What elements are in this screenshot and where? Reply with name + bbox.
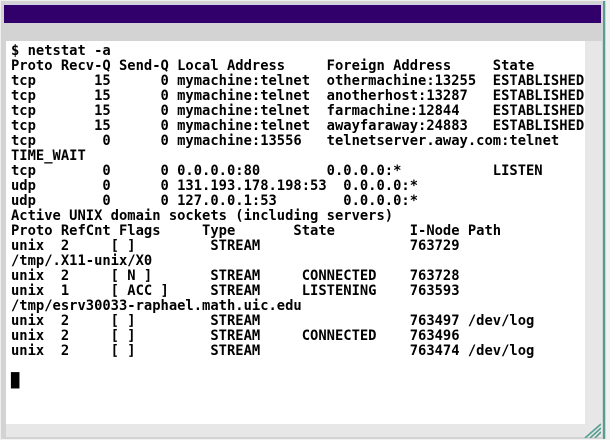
resize-grip[interactable] bbox=[581, 422, 602, 439]
terminal-line: udp 0 0 131.193.178.198:53 0.0.0.0:* bbox=[11, 178, 419, 194]
terminal-output: $ netstat -a Proto Recv-Q Send-Q Local Ad… bbox=[6, 41, 585, 389]
scrollbar-track[interactable] bbox=[585, 41, 602, 437]
window-frame: $ netstat -a Proto Recv-Q Send-Q Local Ad… bbox=[0, 0, 610, 440]
cursor: █ bbox=[11, 373, 20, 389]
terminal-line: tcp 15 0 mymachine:telnet anotherhost:13… bbox=[11, 88, 585, 104]
terminal-line: /tmp/.X11-unix/X0 bbox=[11, 253, 153, 269]
terminal-line: TIME_WAIT bbox=[11, 148, 86, 164]
cursor-line: █ bbox=[11, 374, 585, 389]
terminal-line: unix 2 [ ] STREAM CONNECTED 763496 bbox=[11, 328, 460, 344]
terminal-line: unix 2 [ ] STREAM 763474 /dev/log bbox=[11, 343, 535, 359]
terminal-line: udp 0 0 127.0.0.1:53 0.0.0.0:* bbox=[11, 193, 419, 209]
terminal-line: unix 2 [ N ] STREAM CONNECTED 763728 bbox=[11, 268, 460, 284]
terminal-line: Proto Recv-Q Send-Q Local Address Foreig… bbox=[11, 58, 535, 74]
terminal-line: /tmp/esrv30033-raphael.math.uic.edu bbox=[11, 298, 302, 314]
terminal-line: tcp 0 0 0.0.0.0:80 0.0.0.0:* LISTEN bbox=[11, 163, 543, 179]
terminal-line: Active UNIX domain sockets (including se… bbox=[11, 208, 394, 224]
terminal-line: tcp 15 0 mymachine:telnet farmachine:128… bbox=[11, 103, 585, 119]
terminal-line: $ netstat -a bbox=[11, 43, 111, 59]
resize-grip-icon bbox=[584, 423, 602, 439]
title-bar[interactable] bbox=[4, 4, 601, 23]
terminal-line: unix 2 [ ] STREAM 763729 bbox=[11, 238, 460, 254]
terminal-line: unix 2 [ ] STREAM 763497 /dev/log bbox=[11, 313, 535, 329]
bottom-margin-strip bbox=[6, 424, 585, 437]
terminal-line: unix 1 [ ACC ] STREAM LISTENING 763593 bbox=[11, 283, 460, 299]
terminal-lines: $ netstat -a Proto Recv-Q Send-Q Local Ad… bbox=[11, 44, 585, 374]
terminal-line: tcp 15 0 mymachine:telnet othermachine:1… bbox=[11, 73, 585, 89]
window-right-border bbox=[603, 1, 605, 440]
terminal-line: tcp 15 0 mymachine:telnet awayfaraway:24… bbox=[11, 118, 585, 134]
terminal-line: tcp 0 0 mymachine:13556 telnetserver.awa… bbox=[11, 133, 560, 149]
window-right-outer-edge bbox=[606, 1, 610, 440]
terminal-line: Proto RefCnt Flags Type State I-Node Pat… bbox=[11, 223, 502, 239]
terminal-viewport[interactable]: $ netstat -a Proto Recv-Q Send-Q Local Ad… bbox=[6, 41, 585, 424]
